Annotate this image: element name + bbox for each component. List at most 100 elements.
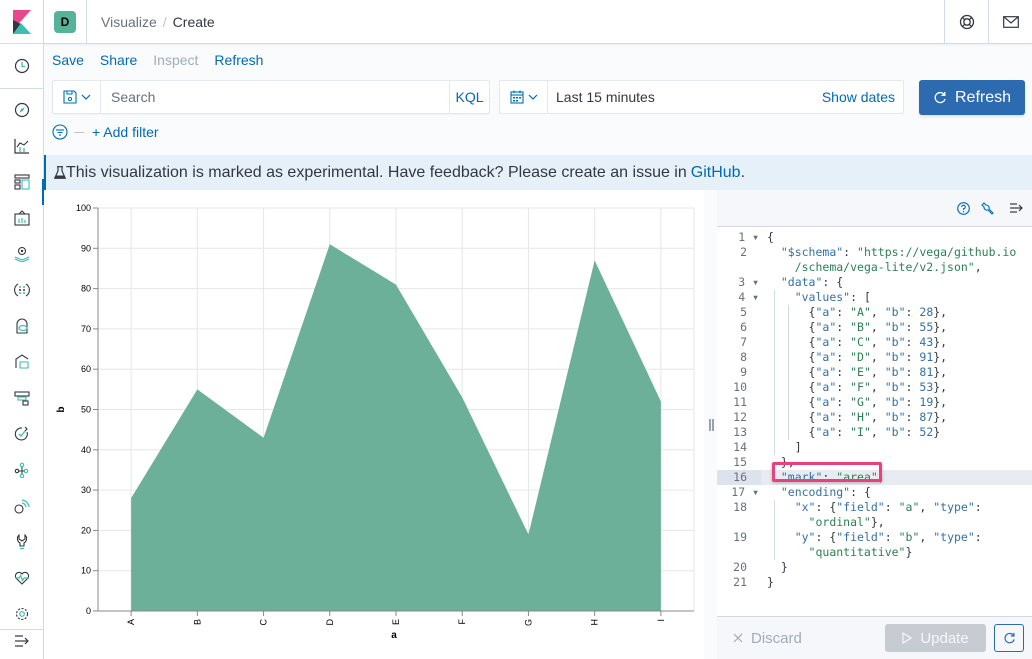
code-line[interactable]: "quantitative"}	[717, 545, 1032, 560]
x-tick-label: A	[126, 619, 136, 625]
filter-icon[interactable]	[52, 124, 68, 140]
code-line[interactable]: 9 {"a": "E", "b": 81},	[717, 365, 1032, 380]
code-text: "x": {"field": "a", "type":	[794, 500, 982, 514]
banner-text: This visualization is marked as experime…	[66, 163, 687, 181]
code-text: "encoding": {	[780, 485, 871, 499]
nav-discover[interactable]	[0, 92, 44, 128]
refresh-button[interactable]: Refresh	[919, 80, 1025, 115]
nav-maps[interactable]	[0, 236, 44, 272]
y-tick-label: 30	[81, 485, 91, 495]
code-line[interactable]: 7 {"a": "C", "b": 43},	[717, 335, 1032, 350]
nav-logs[interactable]	[0, 344, 44, 380]
code-line[interactable]: 5 {"a": "A", "b": 28},	[717, 305, 1032, 320]
help-icon[interactable]	[957, 201, 970, 215]
nav-canvas[interactable]	[0, 200, 44, 236]
panel-resizer[interactable]	[704, 190, 718, 659]
kibana-logo-icon	[12, 9, 31, 34]
code-line[interactable]: 18 "x": {"field": "a", "type":	[717, 500, 1032, 515]
nav-monitoring[interactable]	[0, 488, 44, 524]
nav-recently-viewed[interactable]	[0, 48, 44, 84]
show-dates-link[interactable]: Show dates	[822, 89, 895, 105]
nav-machine-learning[interactable]	[0, 272, 44, 308]
x-tick-label: H	[590, 619, 600, 626]
code-text: {"a": "G", "b": 19},	[767, 395, 948, 409]
line-number: 20	[733, 560, 747, 574]
collapse-editor-icon[interactable]	[1009, 202, 1024, 214]
code-line[interactable]: 1 ▾ {	[717, 230, 1032, 245]
refresh-button-label: Refresh	[954, 88, 1012, 106]
code-line[interactable]: 12 {"a": "H", "b": 87},	[717, 410, 1032, 425]
nav-graph[interactable]	[0, 452, 44, 488]
time-range-label[interactable]: Last 15 minutes	[548, 89, 655, 105]
refresh-link[interactable]: Refresh	[214, 52, 263, 68]
code-line[interactable]: /schema/vega-lite/v2.json",	[717, 260, 1032, 275]
nav-dashboard[interactable]	[0, 164, 44, 200]
code-text: "data": {	[780, 275, 844, 289]
indent-guide	[788, 305, 789, 440]
code-line[interactable]: 14 ]	[717, 440, 1032, 455]
line-number[interactable]: 3 ▾	[717, 275, 761, 290]
share-link[interactable]: Share	[100, 52, 137, 68]
code-text: ]	[767, 440, 802, 454]
code-line[interactable]: 8 {"a": "D", "b": 91},	[717, 350, 1032, 365]
code-text: }	[767, 560, 788, 574]
code-line[interactable]: 19 "y": {"field": "b", "type":	[717, 530, 1032, 545]
y-tick-label: 70	[81, 324, 91, 334]
nav-apm[interactable]	[0, 380, 44, 416]
code-line[interactable]: 17 ▾ "encoding": {	[717, 485, 1032, 500]
discard-button[interactable]: Discard	[733, 630, 802, 647]
update-label: Update	[920, 629, 969, 647]
y-tick-label: 0	[86, 606, 91, 616]
update-button[interactable]: Update	[885, 624, 986, 652]
nav-collapse[interactable]	[0, 623, 44, 659]
breadcrumb-visualize[interactable]: Visualize	[101, 14, 157, 30]
wrench-icon[interactable]	[980, 201, 995, 216]
nav-stack-monitoring[interactable]	[0, 560, 44, 596]
nav-infrastructure[interactable]	[0, 308, 44, 344]
line-number[interactable]: 1 ▾	[717, 230, 761, 245]
add-filter-button[interactable]: + Add filter	[92, 124, 159, 140]
save-link[interactable]: Save	[52, 52, 84, 68]
nav-dev-tools[interactable]	[0, 524, 44, 560]
area-chart: 0 10 20 30 40 50 60 70 80 90 100 A B C D E F G H Ia b	[56, 203, 695, 641]
y-tick-label: 80	[81, 284, 91, 294]
search-input[interactable]	[101, 81, 449, 113]
resize-handle[interactable]	[708, 418, 714, 431]
calendar-icon	[509, 90, 524, 104]
y-tick-label: 90	[81, 243, 91, 253]
code-line[interactable]: "ordinal"},	[717, 515, 1032, 530]
reload-button[interactable]	[994, 624, 1024, 652]
code-line[interactable]: 6 {"a": "B", "b": 55},	[717, 320, 1032, 335]
kql-language-button[interactable]: KQL	[449, 81, 489, 113]
github-link[interactable]: GitHub	[691, 164, 741, 182]
code-text: }	[767, 575, 774, 589]
space-selector[interactable]: D	[44, 0, 87, 44]
collapse-menu-icon	[15, 635, 29, 647]
code-text: {"a": "I", "b": 52}	[767, 425, 941, 439]
code-line[interactable]: 10 {"a": "F", "b": 53},	[717, 380, 1032, 395]
help-button[interactable]	[944, 0, 988, 44]
kibana-logo[interactable]	[0, 0, 44, 44]
code-text: "quantitative"}	[808, 545, 913, 559]
code-editor[interactable]: 21} 20 } "quantitative"} 19 "y": {"field":…	[717, 226, 1032, 616]
code-line[interactable]: 21}	[717, 575, 1032, 590]
saved-query-button[interactable]	[53, 81, 101, 113]
nav-visualize[interactable]	[0, 128, 44, 164]
code-line[interactable]: 2 "$schema": "https://vega/github.io	[717, 245, 1032, 260]
line-number[interactable]: 4 ▾	[717, 290, 761, 305]
code-line[interactable]: 4 ▾ "values": [	[717, 290, 1032, 305]
line-number[interactable]: 17 ▾	[717, 485, 761, 500]
apm-icon	[14, 391, 30, 406]
vega-editor-panel: 21} 20 } "quantitative"} 19 "y": {"field":…	[717, 190, 1032, 659]
code-line[interactable]: 13 {"a": "I", "b": 52}	[717, 425, 1032, 440]
query-bar: KQL	[52, 80, 490, 114]
newsfeed-button[interactable]	[988, 0, 1032, 44]
nav-uptime[interactable]	[0, 416, 44, 452]
code-line[interactable]: 3 ▾ "data": {	[717, 275, 1032, 290]
heartbeat-icon	[14, 571, 30, 585]
x-tick-label: I	[656, 619, 666, 622]
quick-date-menu-button[interactable]	[500, 81, 548, 113]
code-line[interactable]: 11 {"a": "G", "b": 19},	[717, 395, 1032, 410]
code-line[interactable]: 20 }	[717, 560, 1032, 575]
machine-learning-icon	[14, 283, 30, 297]
